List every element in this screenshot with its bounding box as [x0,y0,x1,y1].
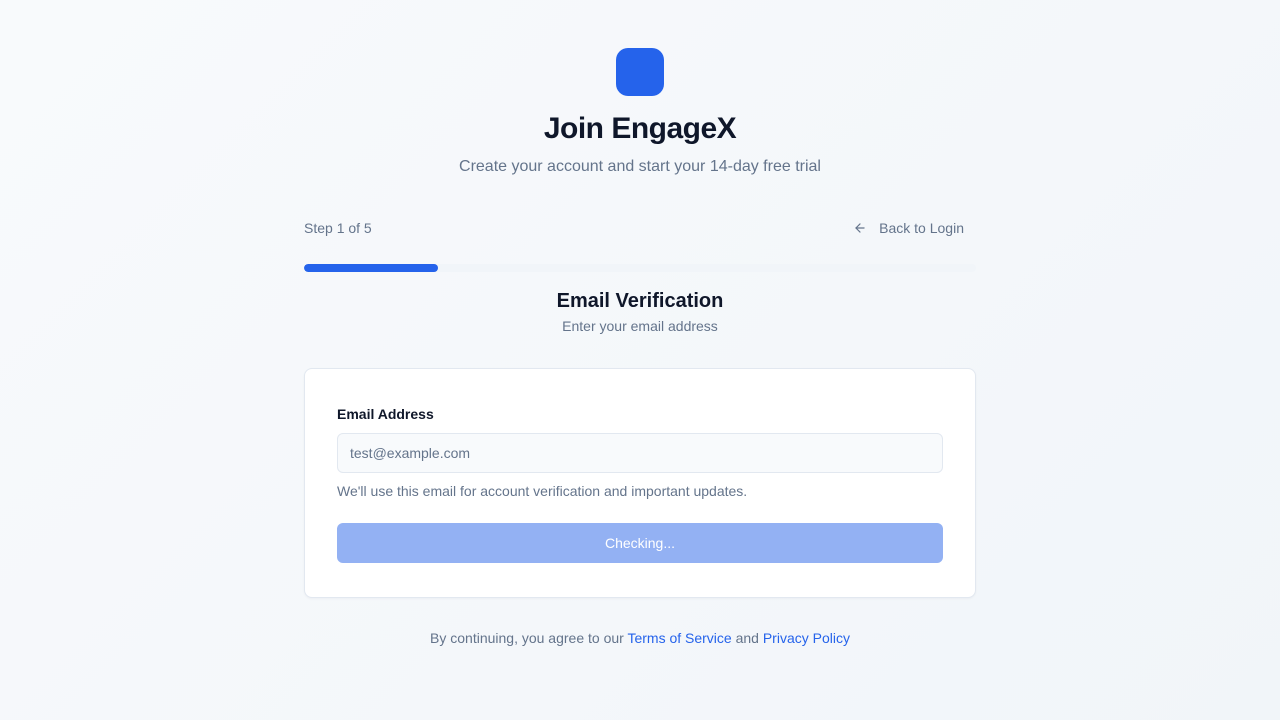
arrow-left-icon [855,223,865,233]
page-subtitle: Create your account and start your 14-da… [459,158,821,175]
page-title: Join EngageX [543,112,737,145]
back-to-login-label: Back to Login [879,220,964,236]
legal-notice: By continuing, you agree to our Terms of… [0,630,1280,646]
section-subtitle: Enter your email address [562,318,718,334]
back-to-login-link[interactable]: Back to Login [853,220,976,236]
progress-bar [304,264,976,272]
email-field-label: Email Address [337,406,434,422]
step-header: Step 1 of 5 Back to Login [304,220,976,236]
legal-prefix: By continuing, you agree to our [430,630,628,646]
submit-button[interactable]: Checking... [337,523,943,563]
step-indicator: Step 1 of 5 [304,220,372,236]
email-form-card: Email Address We'll use this email for a… [304,368,976,598]
email-helper-text: We'll use this email for account verific… [337,483,748,499]
terms-of-service-link[interactable]: Terms of Service [627,630,731,646]
progress-bar-fill [304,264,439,272]
brand-logo [616,48,664,96]
section-title: Email Verification [556,290,724,312]
legal-middle: and [731,630,763,646]
privacy-policy-link[interactable]: Privacy Policy [763,630,850,646]
email-input[interactable] [337,433,943,473]
